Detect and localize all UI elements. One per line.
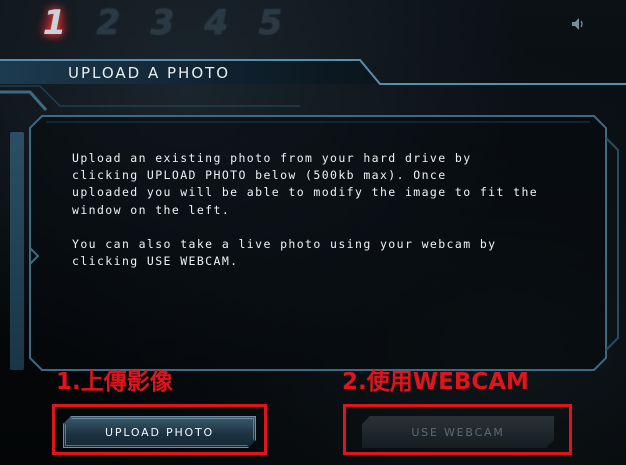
- step-5[interactable]: 5: [254, 3, 286, 43]
- instructions-paragraph-2: You can also take a live photo using you…: [72, 236, 497, 269]
- left-rail: [10, 132, 24, 370]
- annotation-webcam: 2.使用WEBCAM: [342, 369, 529, 395]
- step-4[interactable]: 4: [200, 3, 232, 43]
- page-title: UPLOAD A PHOTO: [68, 64, 231, 82]
- use-webcam-label: USE WEBCAM: [411, 425, 505, 439]
- upload-photo-button[interactable]: UPLOAD PHOTO: [63, 416, 256, 448]
- step-1[interactable]: 1: [38, 3, 70, 43]
- upload-photo-label: UPLOAD PHOTO: [105, 425, 214, 439]
- step-indicator: 1 2 3 4 5: [38, 3, 286, 44]
- instructions-paragraph-1: Upload an existing photo from your hard …: [72, 151, 539, 217]
- step-3[interactable]: 3: [146, 3, 178, 43]
- instructions-text: Upload an existing photo from your hard …: [72, 150, 572, 287]
- annotation-upload: 1.上傳影像: [56, 369, 173, 395]
- use-webcam-button[interactable]: USE WEBCAM: [362, 416, 554, 448]
- step-2[interactable]: 2: [92, 3, 124, 43]
- speaker-icon[interactable]: [570, 16, 586, 32]
